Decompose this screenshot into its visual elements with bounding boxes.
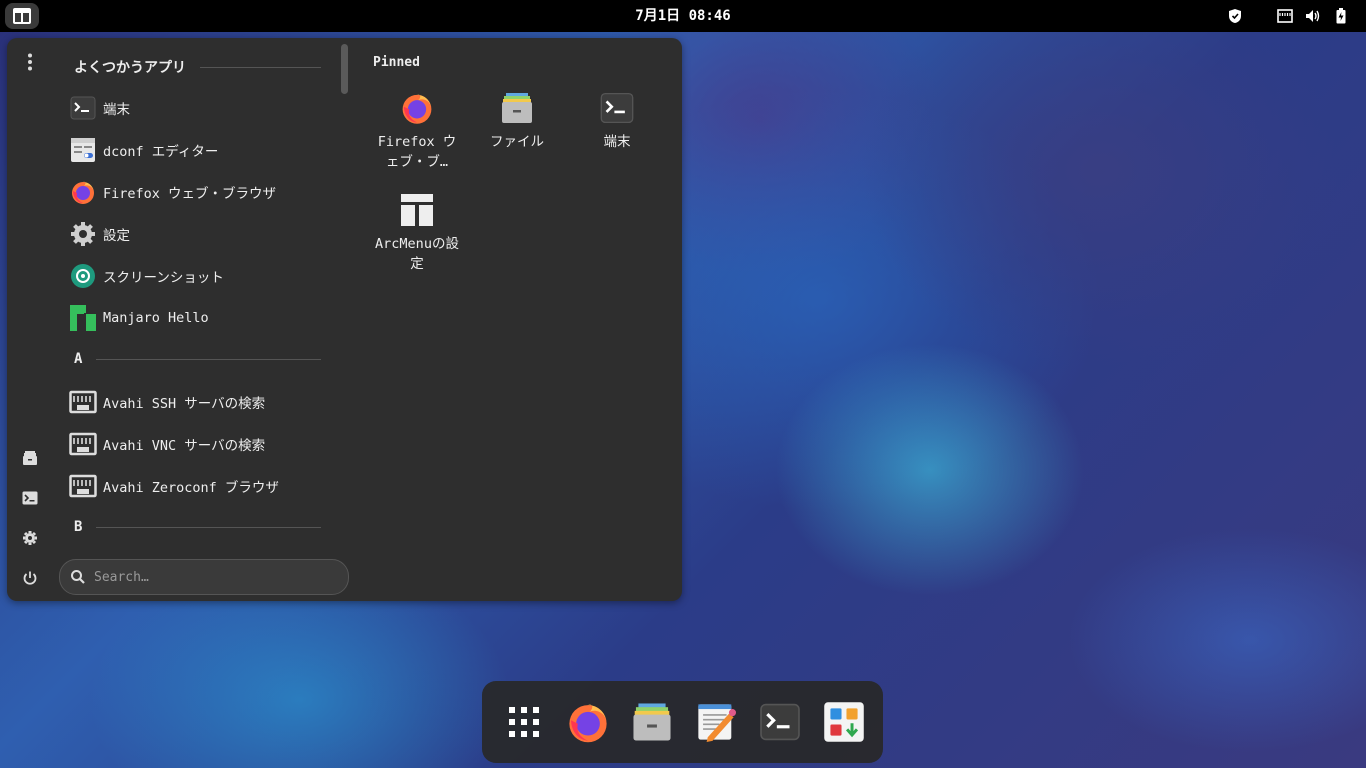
app-item-avahi-zeroconf[interactable]: Avahi Zeroconf ブラウザ [69, 467, 329, 505]
divider [96, 358, 321, 360]
apps-list[interactable]: よくつかうアプリ 端末 dconf エディター Firefox ウェブ・ブラウザ… [59, 38, 349, 553]
manjaro-icon [69, 304, 97, 332]
app-label: Firefox ウェブ・ブラウザ [103, 186, 277, 202]
arcmenu-popup: よくつかうアプリ 端末 dconf エディター Firefox ウェブ・ブラウザ… [7, 38, 682, 601]
power-icon [23, 571, 37, 585]
search-icon [71, 570, 85, 584]
network-icon [69, 472, 97, 500]
software-icon [824, 702, 864, 742]
app-item-firefox[interactable]: Firefox ウェブ・ブラウザ [69, 173, 329, 211]
firefox-icon [569, 704, 607, 743]
terminal-icon [69, 94, 97, 122]
gear-icon [23, 531, 37, 545]
terminal-shortcut-button[interactable] [18, 486, 42, 510]
app-label: スクリーンショット [103, 270, 224, 286]
network-icon [69, 430, 97, 458]
section-a-header: A [74, 351, 321, 367]
pinned-label: 端末 [603, 134, 631, 150]
kebab-icon [28, 53, 32, 71]
firefox-icon [69, 178, 97, 206]
pinned-terminal[interactable]: 端末 [569, 90, 665, 152]
app-grid-icon [509, 707, 539, 737]
app-label: dconf エディター [103, 144, 219, 160]
search-box[interactable] [59, 559, 349, 595]
app-item-manjaro-hello[interactable]: Manjaro Hello [69, 299, 329, 337]
app-item-settings[interactable]: 設定 [69, 215, 329, 253]
app-label: Avahi Zeroconf ブラウザ [103, 480, 279, 496]
app-item-avahi-vnc[interactable]: Avahi VNC サーバの検索 [69, 425, 329, 463]
section-a-title: A [74, 351, 83, 367]
app-label: 端末 [103, 102, 130, 118]
pinned-label: ArcMenuの設定 [375, 236, 459, 272]
divider [96, 526, 321, 528]
network-icon [69, 388, 97, 416]
settings-shortcut-button[interactable] [18, 526, 42, 550]
network-icon[interactable] [1276, 7, 1294, 25]
clock[interactable]: 7月1日 08:46 [0, 0, 1366, 32]
top-panel: 7月1日 08:46 [0, 0, 1366, 32]
app-item-screenshot[interactable]: スクリーンショット [69, 257, 329, 295]
files-icon [633, 703, 671, 741]
app-item-dconf[interactable]: dconf エディター [69, 131, 329, 169]
dock-files[interactable] [628, 698, 676, 746]
arcmenu-icon [399, 192, 435, 228]
dock-software[interactable] [820, 698, 868, 746]
frequent-apps-header: よくつかうアプリ [74, 57, 321, 77]
apps-list-scrollbar[interactable] [341, 44, 348, 94]
gear-icon [69, 220, 97, 248]
text-editor-icon [698, 704, 736, 742]
files-icon [23, 451, 37, 465]
pinned-files[interactable]: ファイル [469, 90, 565, 152]
search-input[interactable] [92, 568, 336, 586]
clock-label[interactable]: 7月1日 08:46 [635, 8, 730, 24]
pinned-arcmenu-settings[interactable]: ArcMenuの設定 [369, 192, 465, 274]
dock [482, 681, 883, 763]
firefox-icon [399, 90, 435, 126]
app-label: Manjaro Hello [103, 310, 209, 326]
app-label: Avahi SSH サーバの検索 [103, 396, 266, 412]
terminal-icon [22, 491, 38, 505]
section-b-header: B [74, 519, 321, 535]
volume-icon[interactable] [1304, 7, 1322, 25]
pinned-title: Pinned [373, 55, 420, 70]
screenshot-icon [69, 262, 97, 290]
files-icon [499, 90, 535, 126]
dock-terminal[interactable] [756, 698, 804, 746]
pinned-label: ファイル [490, 134, 544, 150]
files-shortcut-button[interactable] [18, 446, 42, 470]
power-button[interactable] [18, 566, 42, 590]
divider [200, 66, 321, 68]
side-rail [7, 38, 53, 601]
frequent-apps-title: よくつかうアプリ [74, 60, 186, 76]
dock-text-editor[interactable] [692, 698, 740, 746]
pinned-firefox[interactable]: Firefox ウェブ・ブ… [369, 90, 465, 172]
pinned-label: Firefox ウェブ・ブ… [377, 134, 457, 170]
shield-icon[interactable] [1226, 7, 1244, 25]
app-item-terminal[interactable]: 端末 [69, 89, 329, 127]
app-item-avahi-ssh[interactable]: Avahi SSH サーバの検索 [69, 383, 329, 421]
app-label: Avahi VNC サーバの検索 [103, 438, 266, 454]
dconf-icon [69, 136, 97, 164]
section-b-title: B [74, 519, 83, 535]
more-options-button[interactable] [18, 50, 42, 74]
app-label: 設定 [103, 228, 130, 244]
terminal-icon [760, 703, 800, 741]
battery-icon[interactable] [1332, 7, 1350, 25]
terminal-icon [599, 90, 635, 126]
pinned-apps: Pinned Firefox ウェブ・ブ… ファイル 端末 ArcMenuの設定 [359, 38, 679, 578]
dock-firefox[interactable] [564, 698, 612, 746]
show-apps-button[interactable] [500, 698, 548, 746]
